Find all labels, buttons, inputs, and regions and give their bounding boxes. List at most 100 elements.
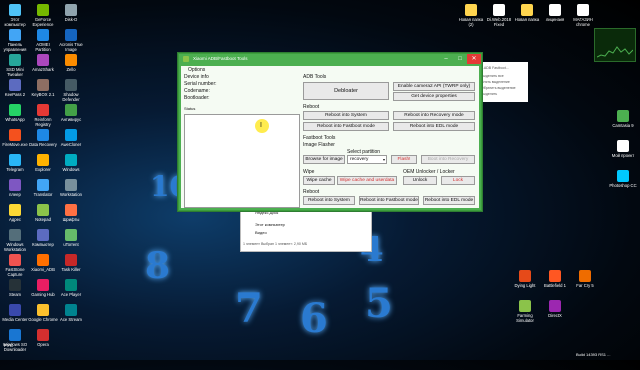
desktop-icon[interactable]: Acronis True Image bbox=[56, 29, 86, 52]
desktop-icon[interactable]: лицензия bbox=[540, 4, 570, 22]
desktop-icon[interactable]: Windows Workstation bbox=[0, 229, 30, 252]
adb-reboot-recovery-button[interactable]: Reboot into Recovery mode bbox=[393, 111, 475, 120]
desktop-icon[interactable]: KeePass 2 bbox=[0, 79, 30, 97]
explorer-line[interactable]: Снять выделение bbox=[481, 80, 510, 84]
partition-select[interactable]: recovery ▾ bbox=[347, 155, 387, 164]
desktop-icon[interactable]: Xiaomi_ADB bbox=[28, 254, 58, 272]
desktop-icon[interactable]: WhatsApp bbox=[0, 104, 30, 122]
debloater-button[interactable]: Debloater bbox=[303, 82, 389, 100]
desktop-icon[interactable]: Notepad bbox=[28, 204, 58, 222]
wipe-cache-userdata-button[interactable]: Wipe cache and userdata bbox=[337, 176, 397, 185]
desktop-icon-label: DirectX bbox=[548, 313, 562, 318]
desktop-icon[interactable]: Zello bbox=[56, 54, 86, 72]
desktop-icon[interactable]: Farming Simulator bbox=[510, 300, 540, 323]
desktop-icon[interactable]: Reinform Registry bbox=[28, 104, 58, 127]
maximize-button[interactable]: □ bbox=[453, 54, 467, 64]
desktop-icon[interactable]: Translator bbox=[28, 179, 58, 197]
app-icon bbox=[617, 140, 629, 152]
close-button[interactable]: ✕ bbox=[467, 54, 481, 64]
desktop-icon[interactable]: Панель управления bbox=[0, 29, 30, 52]
fastboot-reboot-system-button[interactable]: Reboot into System bbox=[303, 196, 355, 205]
desktop-icon[interactable]: DirectX bbox=[540, 300, 570, 318]
adb-reboot-fastboot-button[interactable]: Reboot into Fastboot mode bbox=[303, 122, 389, 131]
desktop-icon[interactable]: Explorer bbox=[28, 154, 58, 172]
desktop-icon[interactable]: Мой проект bbox=[608, 140, 638, 158]
desktop-icon[interactable]: SSD Mini Tweaker bbox=[0, 54, 30, 77]
explorer-line[interactable]: Обратить выделение bbox=[481, 86, 516, 90]
app-icon bbox=[65, 154, 77, 166]
app-icon bbox=[9, 254, 21, 266]
desktop-icon[interactable]: Ace Stream bbox=[56, 304, 86, 322]
device-properties-button[interactable]: Get device properties bbox=[393, 92, 475, 101]
desktop-icon[interactable]: Disk-D bbox=[56, 4, 86, 22]
system-monitor-widget bbox=[594, 28, 636, 62]
options-menu[interactable]: Options bbox=[188, 67, 205, 73]
app-icon bbox=[493, 4, 505, 16]
desktop-icon-label: Шрифты bbox=[62, 217, 80, 222]
app-icon bbox=[549, 270, 561, 282]
unlock-button[interactable]: Unlock bbox=[403, 176, 437, 185]
explorer-item-video[interactable]: Видео bbox=[255, 230, 267, 235]
desktop-icon[interactable]: Battlefield 1 bbox=[540, 270, 570, 288]
fastboot-reboot-edl-button[interactable]: Reboot into EDL mode bbox=[423, 196, 475, 205]
desktop-icon[interactable]: плеер bbox=[0, 179, 30, 197]
desktop-icon[interactable]: Workstation bbox=[56, 179, 86, 197]
desktop-icon[interactable]: Ace Player bbox=[56, 279, 86, 297]
desktop-icon[interactable]: Photoshop CC bbox=[608, 170, 638, 188]
title-bar[interactable]: Xiaomi ADB/Fastboot Tools – □ ✕ bbox=[179, 54, 481, 64]
desktop-icon[interactable]: Новая папка (2) bbox=[456, 4, 486, 27]
desktop-icon[interactable]: uTorrent bbox=[56, 229, 86, 247]
desktop-icon[interactable]: Telegram bbox=[0, 154, 30, 172]
desktop-icon[interactable]: Shadow Defender bbox=[56, 79, 86, 102]
desktop-icon[interactable]: Антивирус bbox=[56, 104, 86, 122]
explorer-item-computer[interactable]: Этот компьютер bbox=[255, 222, 285, 227]
explorer-window: Яндекс.Диск Этот компьютер Видео 1 элеме… bbox=[240, 205, 372, 252]
fastboot-reboot-fastboot-button[interactable]: Reboot into Fastboot mode bbox=[359, 196, 419, 205]
desktop-icon[interactable]: Google Chrome bbox=[28, 304, 58, 322]
desktop-icon[interactable]: Media Center bbox=[0, 304, 30, 322]
adb-reboot-edl-button[interactable]: Reboot into EDL mode bbox=[393, 122, 475, 131]
desktop-icon[interactable]: Адрес bbox=[0, 204, 30, 222]
desktop-icon[interactable]: Camtasia 9 bbox=[608, 110, 638, 128]
desktop-icon[interactable]: Dying Light bbox=[510, 270, 540, 288]
desktop-icon[interactable]: Windows SO Downloader bbox=[0, 329, 30, 352]
desktop-icon[interactable]: МАГАЗИН chrome bbox=[568, 4, 598, 27]
enable-camera2-button[interactable]: Enable camera2 API (TWRP only) bbox=[393, 82, 475, 91]
explorer-line[interactable]: Выделить все bbox=[481, 74, 504, 78]
browse-image-button[interactable]: Browse for image bbox=[303, 155, 345, 164]
desktop-icon[interactable]: Opera bbox=[28, 329, 58, 347]
desktop-icon[interactable]: Far Cry 5 bbox=[570, 270, 600, 288]
explorer-line[interactable]: Выделить bbox=[481, 92, 497, 96]
desktop-icon[interactable]: Task Killer bbox=[56, 254, 86, 272]
adb-reboot-system-button[interactable]: Reboot into System bbox=[303, 111, 389, 120]
wipe-cache-button[interactable]: Wipe cache bbox=[303, 176, 335, 185]
minimize-button[interactable]: – bbox=[439, 54, 453, 64]
status-textarea[interactable] bbox=[184, 114, 300, 208]
desktop-icon[interactable]: Steam bbox=[0, 279, 30, 297]
desktop-icon[interactable]: AOMEI Partition bbox=[28, 29, 58, 52]
desktop-icon[interactable]: Gaming Hub bbox=[28, 279, 58, 297]
desktop-icon[interactable]: AmazShark bbox=[28, 54, 58, 72]
lock-button[interactable]: Lock bbox=[441, 176, 475, 185]
desktop-icon[interactable]: Data Recovery bbox=[28, 129, 58, 147]
desktop-icon[interactable]: KeyBOX 2.1 bbox=[28, 79, 58, 97]
app-icon bbox=[65, 229, 77, 241]
app-icon bbox=[519, 270, 531, 282]
flash-button[interactable]: Flash! bbox=[391, 155, 417, 164]
desktop-icon-label: AweCloner bbox=[60, 142, 82, 147]
desktop-icon[interactable]: GeForce Experience bbox=[28, 4, 58, 27]
tray-language[interactable]: РУС bbox=[4, 343, 13, 348]
desktop-icon[interactable]: Шрифты bbox=[56, 204, 86, 222]
desktop-icon[interactable]: AweCloner bbox=[56, 129, 86, 147]
desktop-icon[interactable]: Этот компьютер bbox=[0, 4, 30, 27]
desktop-icon[interactable]: FireMove.exe bbox=[0, 129, 30, 147]
desktop-icon-label: Notepad bbox=[35, 217, 51, 222]
desktop-icon[interactable]: Новая папка bbox=[512, 4, 542, 22]
desktop-icon[interactable]: Компьютер bbox=[28, 229, 58, 247]
desktop-icon[interactable]: Windows bbox=[56, 154, 86, 172]
desktop-icon[interactable]: Di.Web.2018 Fixed bbox=[484, 4, 514, 27]
desktop-icon[interactable]: FastStone Capture bbox=[0, 254, 30, 277]
app-icon bbox=[9, 204, 21, 216]
desktop-icon-label: Telegram bbox=[6, 167, 24, 172]
app-icon bbox=[37, 279, 49, 291]
